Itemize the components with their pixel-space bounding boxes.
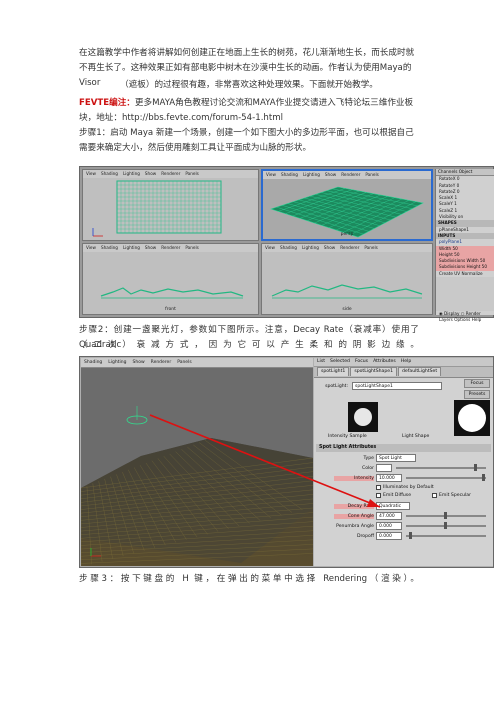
grid-plane-top — [92, 180, 222, 237]
mountain-profile-front — [100, 287, 244, 299]
side-label: side — [342, 307, 352, 312]
persp-label: persp — [340, 232, 354, 237]
red-arrow-annotation — [149, 414, 381, 508]
step1-paragraph: 步骤1：启动 Maya 新建一个场景，创建一个如下图大小的多边形平面，也可以根据… — [79, 128, 414, 153]
front-label: front — [165, 307, 176, 312]
top-viewport: View Shading Lighting Show Renderer Panels — [82, 169, 259, 241]
step3-paragraph: 步骤3：按下键盘的 H 键，在弹出的菜单中选择 Rendering（渲染）。 — [79, 574, 419, 584]
maya-four-view-screenshot: View Shading Lighting Show Renderer Panels Vi… — [79, 166, 494, 322]
spotlight-screenshot: Shading Lighting Show Renderer Panels List Se… — [79, 356, 494, 568]
front-viewport: View Shading Lighting Show Renderer Panels fr… — [82, 243, 259, 315]
input-row-subdiv-h[interactable]: Subdivisions Height 50 — [436, 264, 494, 271]
mountain-mesh-persp — [270, 186, 424, 238]
layer-menu[interactable]: Layers Options Help — [436, 317, 494, 323]
editor-note: FEVTE编注：更多MAYA角色教程讨论交流和MAYA作业提交请进入飞特论坛三维… — [79, 96, 419, 126]
mountain-profile-side — [271, 284, 423, 299]
editor-note-label: FEVTE编注： — [79, 98, 135, 108]
step2-paragraph-cont: （二次）衰减方式，因为它可以产生柔和的阴影边缘。 — [79, 340, 419, 350]
side-viewport: View Shading Lighting Show Renderer Panels si… — [261, 243, 433, 315]
channel-box: Channels Object RotateX 0 RotateY 0 Rota… — [435, 169, 494, 322]
channel-box-tabs[interactable]: Channels Object — [436, 169, 494, 177]
perspective-viewport: View Shading Lighting Show Renderer Panels pe… — [261, 169, 433, 241]
channel-spacer — [436, 277, 494, 312]
intro-paragraph-cont: （遮板）的过程很有趣，非常喜欢这种处理效果。下面就开始教学。 — [120, 80, 378, 90]
